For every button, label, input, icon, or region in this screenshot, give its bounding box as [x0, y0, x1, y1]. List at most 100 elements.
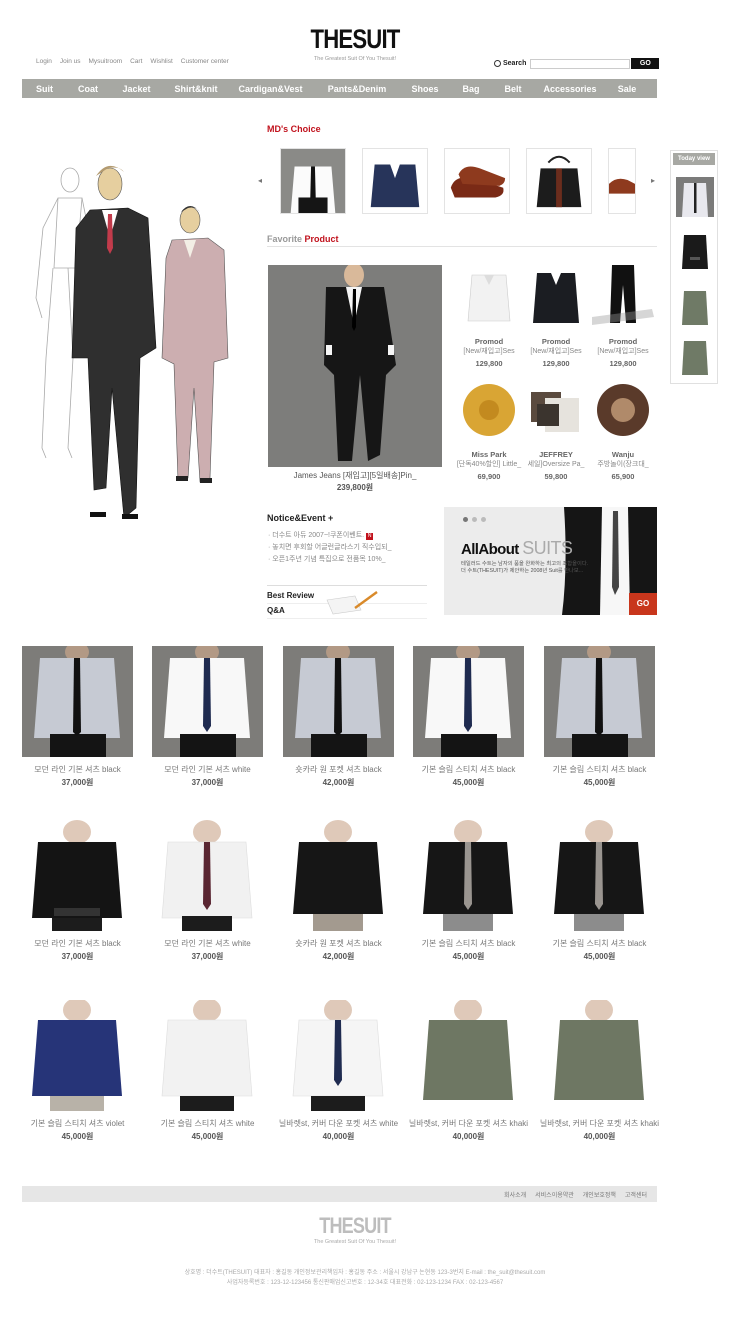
- product-card[interactable]: 기본 슬림 스티치 셔츠 violet 45,000원: [22, 1000, 152, 1142]
- product-card[interactable]: 모던 라인 기본 셔츠 black 37,000원: [22, 820, 152, 962]
- pager-dot[interactable]: [472, 517, 477, 522]
- product-image: [592, 378, 654, 440]
- product-desc: [New/재입고]Ses: [463, 348, 515, 355]
- main-nav: Suit Coat Jacket Shirt&knit Cardigan&Ves…: [22, 79, 657, 98]
- login-link[interactable]: Login: [36, 58, 52, 65]
- product-name: 모던 라인 기본 셔츠 white: [164, 765, 251, 774]
- footer-link-privacy[interactable]: 개인보호정책: [583, 1190, 616, 1199]
- favorite-item[interactable]: Wanju 주방놀이(장크대_ 65,900: [589, 378, 657, 481]
- banner-headline-a: AllAbout: [461, 541, 519, 558]
- product-price: 37,000원: [61, 952, 94, 961]
- today-view-item[interactable]: [676, 177, 714, 217]
- product-brand: Miss Park: [471, 450, 507, 459]
- product-name: 숏카라 원 포켓 셔츠 black: [295, 939, 382, 948]
- favorite-item[interactable]: Promod [New/재입고]Ses 129,800: [522, 265, 590, 368]
- today-view-title: Today view: [673, 153, 715, 165]
- nav-item-sale[interactable]: Sale: [607, 84, 647, 94]
- nav-item-belt[interactable]: Belt: [493, 84, 533, 94]
- product-name: 숏카라 원 포켓 셔츠 black: [295, 765, 382, 774]
- today-view-item[interactable]: [676, 285, 714, 325]
- footer-link-company[interactable]: 회사소개: [504, 1190, 526, 1199]
- join-link[interactable]: Join us: [60, 58, 81, 65]
- today-view-item[interactable]: [676, 335, 714, 375]
- favorite-item[interactable]: Miss Park [단독40%할인] Little_ 69,900: [455, 378, 523, 481]
- product-card[interactable]: 숏카라 원 포켓 셔츠 black 42,000원: [283, 646, 413, 788]
- product-card[interactable]: 모던 라인 기본 셔츠 white 37,000원: [152, 820, 282, 962]
- notice-item[interactable]: · 더수트 아듀 2007~!쿠폰이벤트. N: [268, 530, 428, 542]
- carousel-prev-icon[interactable]: ◂: [258, 176, 262, 185]
- site-logo[interactable]: THESUIT The Greatest Suit Of You Thesuit…: [300, 24, 410, 62]
- favorite-item[interactable]: JEFFREY 세일]Oversize Pa_ 59,800: [522, 378, 590, 481]
- product-card[interactable]: 닐바렛st, 커버 다운 포켓 셔츠 white 40,000원: [279, 1000, 413, 1142]
- product-card[interactable]: 기본 슬림 스티치 셔츠 black 45,000원: [544, 646, 674, 788]
- cart-link[interactable]: Cart: [130, 58, 142, 65]
- product-brand: JEFFREY: [539, 450, 573, 459]
- nav-item-cardigan-vest[interactable]: Cardigan&Vest: [228, 84, 313, 94]
- product-price: 45,000원: [61, 1132, 94, 1141]
- top-links: Login Join us Mysuitroom Cart Wishlist C…: [36, 58, 229, 65]
- product-card[interactable]: 닐바렛st, 커버 다운 포켓 셔츠 khaki 40,000원: [540, 1000, 674, 1142]
- nav-item-jacket[interactable]: Jacket: [109, 84, 164, 94]
- search-go-button[interactable]: GO: [631, 58, 660, 69]
- md-choice-title: MD's Choice: [267, 124, 321, 134]
- pager-dot[interactable]: [481, 517, 486, 522]
- product-card[interactable]: 숏카라 원 포켓 셔츠 black 42,000원: [283, 820, 413, 962]
- product-price: 40,000원: [322, 1132, 355, 1141]
- product-card[interactable]: 기본 슬림 스티치 셔츠 black 45,000원: [544, 820, 674, 962]
- favorite-main-name[interactable]: James Jeans [재입고][5일배송]Pin_: [268, 470, 442, 481]
- today-view-item[interactable]: [676, 229, 714, 269]
- product-card[interactable]: 모던 라인 기본 셔츠 white 37,000원: [152, 646, 282, 788]
- banner-go-button[interactable]: GO: [629, 593, 657, 615]
- nav-item-shoes[interactable]: Shoes: [401, 84, 449, 94]
- nav-item-coat[interactable]: Coat: [67, 84, 109, 94]
- footer-link-terms[interactable]: 서비스이용약관: [535, 1190, 574, 1199]
- logo-wordmark: THESUIT: [310, 24, 401, 54]
- favorite-main-image[interactable]: [268, 265, 442, 467]
- banner-pager[interactable]: [463, 517, 486, 522]
- product-card[interactable]: 닐바렛st, 커버 다운 포켓 셔츠 khaki 40,000원: [409, 1000, 543, 1142]
- product-image: [283, 820, 394, 931]
- mysuitroom-link[interactable]: Mysuitroom: [89, 58, 123, 65]
- product-desc: [New/재입고]Ses: [530, 348, 582, 355]
- nav-item-accessories[interactable]: Accessories: [533, 84, 607, 94]
- product-image: [152, 1000, 263, 1111]
- md-item-navy-knit[interactable]: [362, 148, 428, 214]
- carousel-next-icon[interactable]: ▸: [651, 176, 655, 185]
- md-item-shoes-partial[interactable]: [608, 148, 636, 214]
- pager-dot[interactable]: [463, 517, 468, 522]
- nav-item-suit[interactable]: Suit: [22, 84, 67, 94]
- promo-banner[interactable]: AllAbout SUITS 테일러드 수트는 남자의 품을 완화하는 최고의 …: [444, 507, 657, 615]
- product-image: [152, 646, 263, 757]
- product-name: 모던 라인 기본 셔츠 black: [34, 765, 121, 774]
- product-image: [458, 265, 520, 327]
- nav-item-shirt-knit[interactable]: Shirt&knit: [164, 84, 228, 94]
- md-choice-carousel: ◂ ▸: [258, 148, 663, 214]
- customer-center-link[interactable]: Customer center: [181, 58, 229, 65]
- nav-item-bag[interactable]: Bag: [449, 84, 493, 94]
- product-name: 기본 슬림 스티치 셔츠 violet: [30, 1119, 125, 1128]
- favorite-item[interactable]: Promod [New/재입고]Ses 129,800: [455, 265, 523, 368]
- md-item-black-bag[interactable]: [526, 148, 592, 214]
- md-item-brown-shoes[interactable]: [444, 148, 510, 214]
- notice-event-title[interactable]: Notice&Event +: [267, 513, 333, 523]
- fashion-illustration: [35, 165, 229, 519]
- product-card[interactable]: 기본 슬림 스티치 셔츠 white 45,000원: [152, 1000, 282, 1142]
- search-input[interactable]: [530, 58, 631, 69]
- product-name: 모던 라인 기본 셔츠 white: [164, 939, 251, 948]
- footer-link-support[interactable]: 고객센터: [625, 1190, 647, 1199]
- product-price: 42,000원: [322, 952, 355, 961]
- banner-subtext: 테일러드 수트는 남자의 품을 완화하는 최고의 조합을이다. 더 수트(THE…: [461, 561, 589, 574]
- more-icon[interactable]: +: [328, 513, 333, 523]
- product-card[interactable]: 기본 슬림 스티치 셔츠 black 45,000원: [413, 646, 543, 788]
- notice-item[interactable]: · 오픈1주년 기념 특집으로 전품목 10%_: [268, 554, 428, 566]
- footer-logo: THESUIT The Greatest Suit Of You Thesuit…: [300, 1214, 410, 1246]
- product-name: 기본 슬림 스티치 셔츠 black: [421, 939, 516, 948]
- wishlist-link[interactable]: Wishlist: [150, 58, 172, 65]
- md-item-white-shirt[interactable]: [280, 148, 346, 214]
- product-card[interactable]: 기본 슬림 스티치 셔츠 black 45,000원: [413, 820, 543, 962]
- nav-item-pants-denim[interactable]: Pants&Denim: [313, 84, 401, 94]
- product-price: 45,000원: [452, 778, 485, 787]
- notice-item[interactable]: · 놓치면 후회할 어글런글라스기 직수입되_: [268, 542, 428, 554]
- favorite-item[interactable]: Promod [New/재입고]Ses 129,800: [589, 265, 657, 368]
- product-card[interactable]: 모던 라인 기본 셔츠 black 37,000원: [22, 646, 152, 788]
